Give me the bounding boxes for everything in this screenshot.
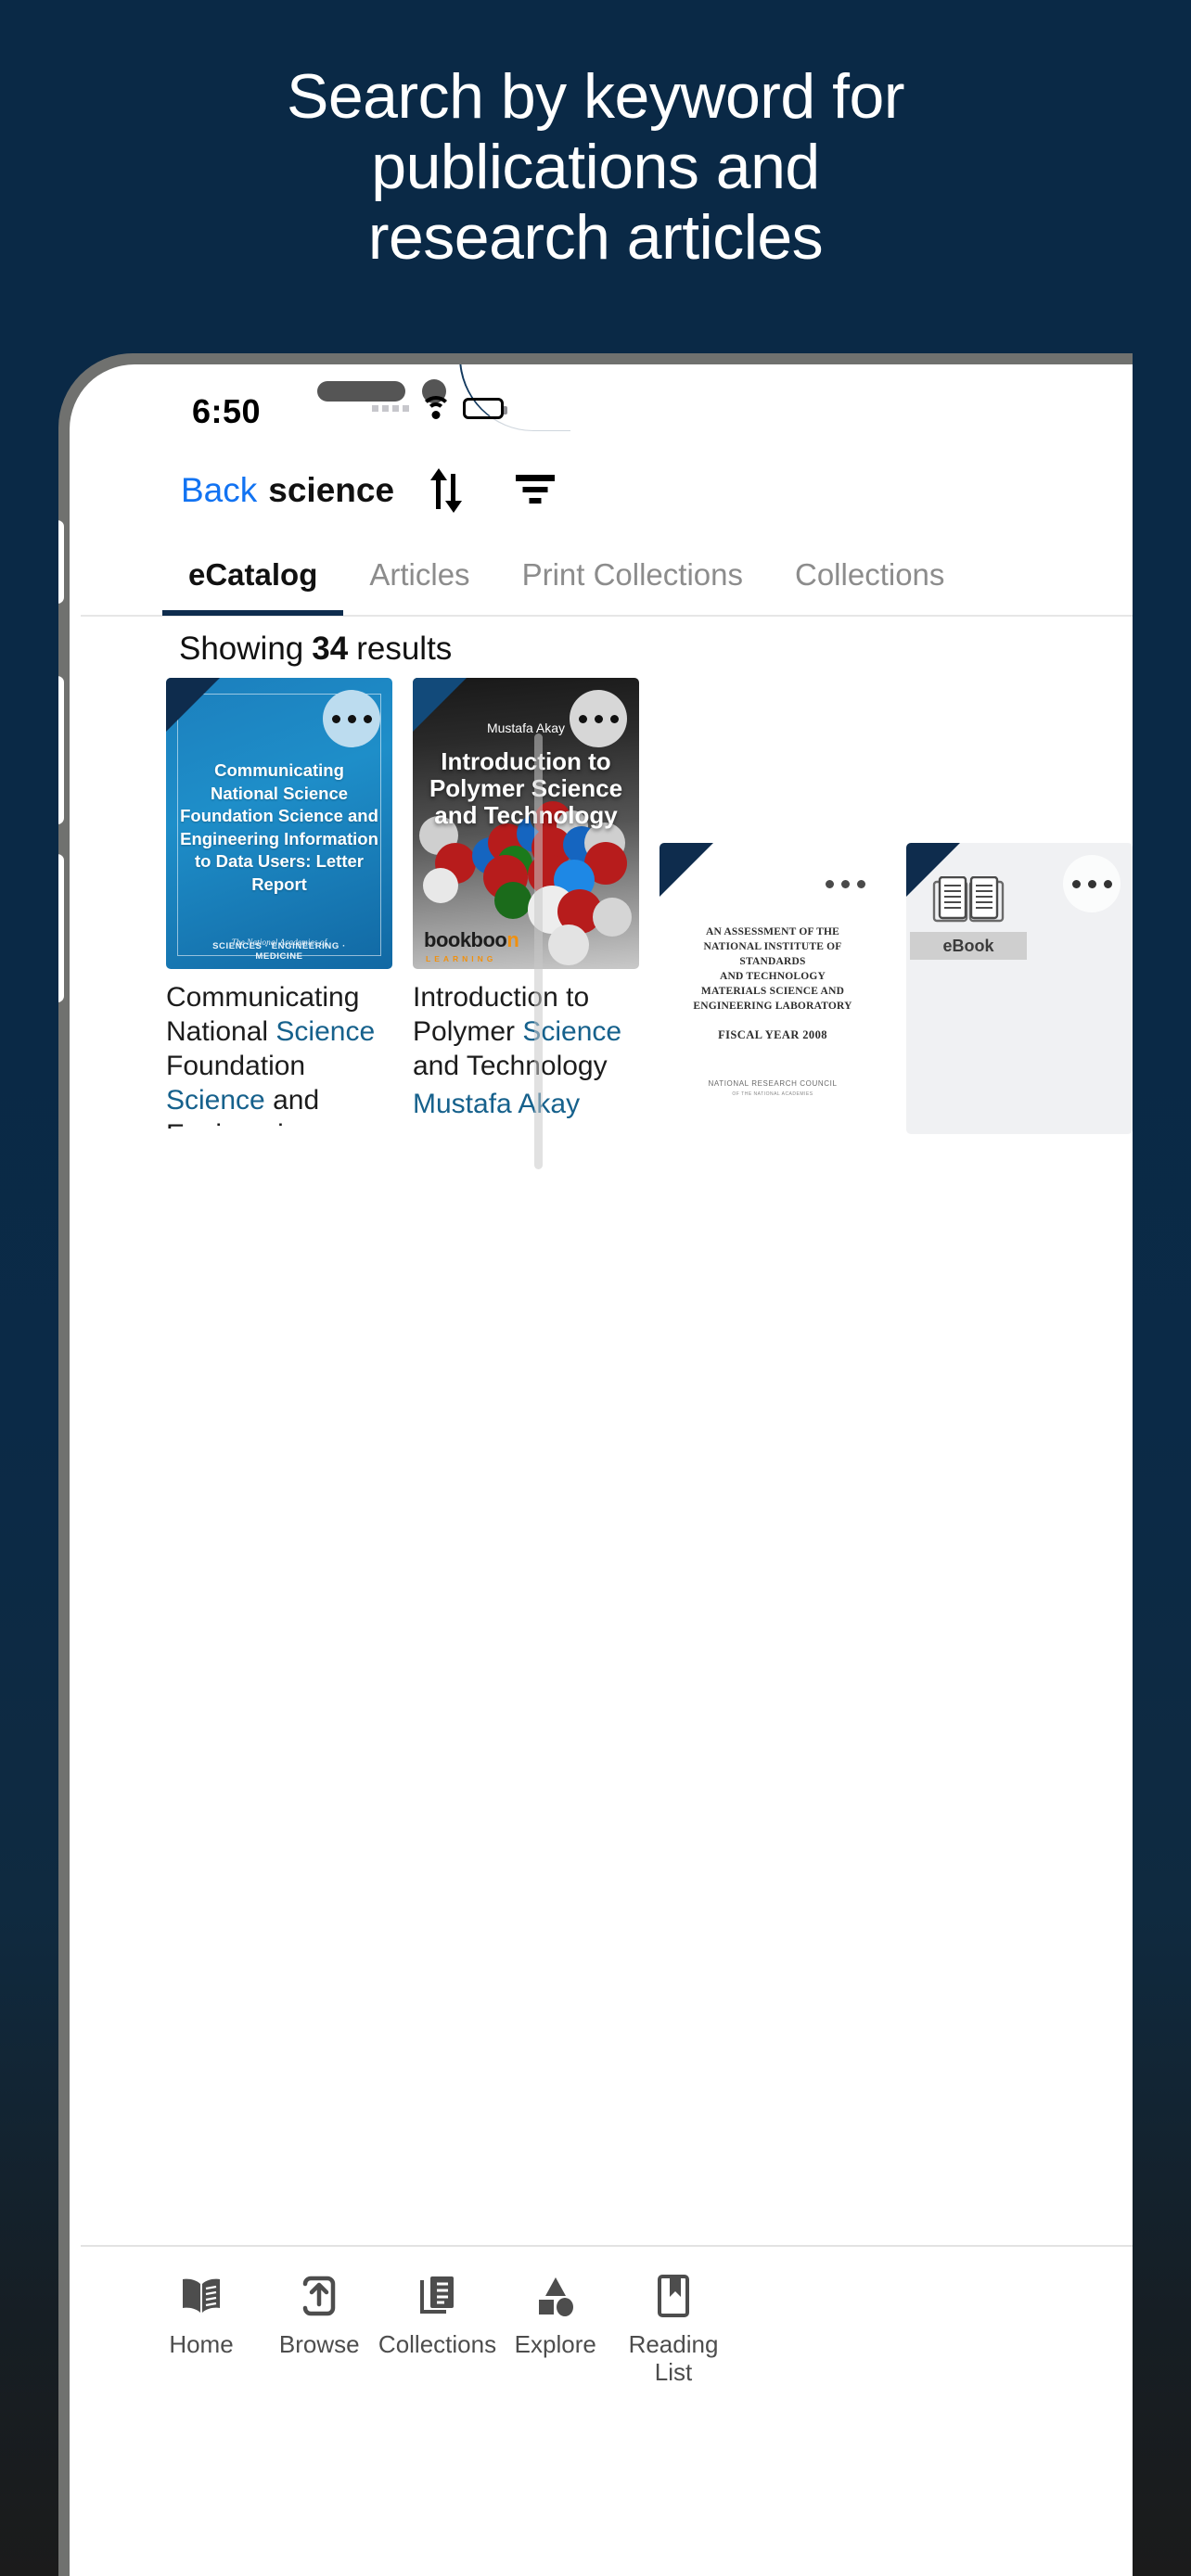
promo-headline: Search by keyword for publications and r… — [37, 61, 1154, 273]
tabbar-label: Home — [169, 2330, 234, 2358]
headline-line-1: Search by keyword for — [286, 61, 905, 132]
tab-collections[interactable]: Collections — [769, 534, 970, 616]
publisher-logo-sub: LEARNING — [426, 954, 497, 963]
cover-title-line: AN ASSESSMENT OF THE — [705, 926, 840, 937]
battery-icon — [463, 397, 507, 419]
open-book-icon — [180, 2271, 223, 2321]
cover-title-line: AND TECHNOLOGY — [719, 971, 826, 982]
cover-title: AN ASSESSMENT OF THE NATIONAL INSTITUTE … — [676, 925, 869, 1014]
title-segment: Foundation — [166, 1051, 306, 1081]
sort-icon[interactable] — [430, 468, 462, 513]
tabbar-item-browse[interactable]: Browse — [265, 2271, 373, 2386]
shapes-icon — [536, 2271, 575, 2321]
cover-title-line: ENGINEERING LABORATORY — [693, 1001, 852, 1012]
phone-mockup: 6:50 Back science eCatalog Articles Prin… — [58, 353, 1133, 2576]
headline-line-3: research articles — [367, 202, 824, 273]
result-card[interactable]: Communicating National Science Foundatio… — [166, 678, 392, 1156]
headline-line-2: publications and — [371, 132, 820, 202]
book-cover[interactable]: eBook — [906, 843, 1133, 1134]
results-number: 34 — [312, 631, 349, 667]
tabbar-label: Collections — [378, 2330, 497, 2358]
more-options-button[interactable] — [816, 855, 874, 912]
tabbar-label: Browse — [278, 2330, 360, 2358]
phone-screen: 6:50 Back science eCatalog Articles Prin… — [70, 364, 1133, 2576]
nav-header: Back science — [81, 446, 1133, 535]
tab-strip: eCatalog Articles Print Collections Coll… — [81, 535, 1133, 617]
filter-icon[interactable] — [516, 475, 555, 506]
result-card[interactable]: AN ASSESSMENT OF THE NATIONAL INSTITUTE … — [660, 843, 886, 1156]
phone-frame: 6:50 Back science eCatalog Articles Prin… — [58, 353, 1133, 2576]
results-count: Showing 34 results — [81, 620, 1133, 678]
publisher-logo: bookboon — [424, 928, 519, 952]
more-options-button[interactable] — [570, 690, 627, 747]
search-query-title: science — [268, 471, 395, 509]
more-options-button[interactable] — [323, 690, 380, 747]
back-button[interactable]: Back — [181, 471, 257, 510]
title-highlight: Science — [275, 1016, 376, 1047]
tab-articles[interactable]: Articles — [343, 534, 495, 616]
results-prefix: Showing — [179, 631, 304, 667]
bookmark-icon — [657, 2271, 690, 2321]
cover-title: Communicating National Science Foundatio… — [180, 760, 378, 894]
result-card[interactable]: Mustafa Akay Introduction to Polymer Sci… — [413, 678, 639, 1156]
book-cover[interactable]: AN ASSESSMENT OF THE NATIONAL INSTITUTE … — [660, 843, 886, 1134]
corner-flag-icon — [906, 843, 960, 897]
tabbar-item-home[interactable]: Home — [147, 2271, 255, 2386]
cover-title: Introduction to Polymer Science and Tech… — [429, 747, 623, 829]
cover-organization-sub: OF THE NATIONAL ACADEMIES — [732, 1091, 813, 1097]
results-grid: Communicating National Science Foundatio… — [81, 678, 1133, 2245]
cover-title-line: NATIONAL INSTITUTE OF STANDARDS — [703, 941, 842, 967]
card-title: Introduction to Polymer Science and Tech… — [413, 980, 639, 1083]
cover-fiscal-year: FISCAL YEAR 2008 — [718, 1028, 827, 1041]
wifi-icon — [420, 396, 452, 420]
bottom-tab-bar: Home Browse Collections Explore Reading … — [81, 2245, 1133, 2421]
phone-upload-icon — [301, 2271, 338, 2321]
card-title: Communicating National Science Foundatio… — [166, 980, 392, 1129]
tabbar-item-collections[interactable]: Collections — [378, 2271, 496, 2386]
tab-ecatalog[interactable]: eCatalog — [162, 534, 344, 616]
scrollbar[interactable] — [534, 733, 543, 1169]
title-segment: and Technology — [413, 1051, 608, 1081]
result-card[interactable]: eBook — [906, 843, 1133, 1156]
status-icons — [372, 396, 507, 420]
tabbar-label: Reading List — [628, 2330, 719, 2386]
brand-accent: n — [506, 928, 519, 951]
status-bar: 6:50 — [81, 364, 1133, 446]
stacked-documents-icon — [418, 2271, 457, 2321]
results-suffix: results — [356, 631, 453, 667]
tabbar-label: Explore — [514, 2330, 596, 2358]
brand-text: bookboo — [424, 928, 507, 951]
tabbar-item-explore[interactable]: Explore — [502, 2271, 609, 2386]
tab-print-collections[interactable]: Print Collections — [496, 534, 769, 616]
phone-volume-up-button[interactable] — [58, 676, 64, 824]
nav-actions — [430, 468, 555, 513]
tabbar-item-reading-list[interactable]: Reading List — [620, 2271, 727, 2386]
book-cover[interactable]: Mustafa Akay Introduction to Polymer Sci… — [413, 678, 639, 969]
phone-bottom-area — [81, 2421, 1133, 2576]
more-options-button[interactable] — [1063, 855, 1121, 912]
corner-flag-icon — [660, 843, 713, 897]
cover-publisher-sub: SCIENCES · ENGINEERING · MEDICINE — [212, 941, 346, 962]
cover-title-line: MATERIALS SCIENCE AND — [700, 986, 845, 997]
corner-flag-icon — [166, 678, 220, 732]
corner-flag-icon — [413, 678, 467, 732]
phone-volume-down-button[interactable] — [58, 854, 64, 1002]
signal-dots-icon — [372, 404, 409, 412]
ebook-badge: eBook — [910, 932, 1027, 960]
title-highlight: Science — [166, 1085, 265, 1116]
phone-mute-switch[interactable] — [58, 520, 64, 604]
card-author[interactable]: Mustafa Akay — [413, 1087, 639, 1121]
cover-organization: NATIONAL RESEARCH COUNCIL — [708, 1079, 838, 1088]
status-time: 6:50 — [192, 392, 262, 430]
book-cover[interactable]: Communicating National Science Foundatio… — [166, 678, 392, 969]
